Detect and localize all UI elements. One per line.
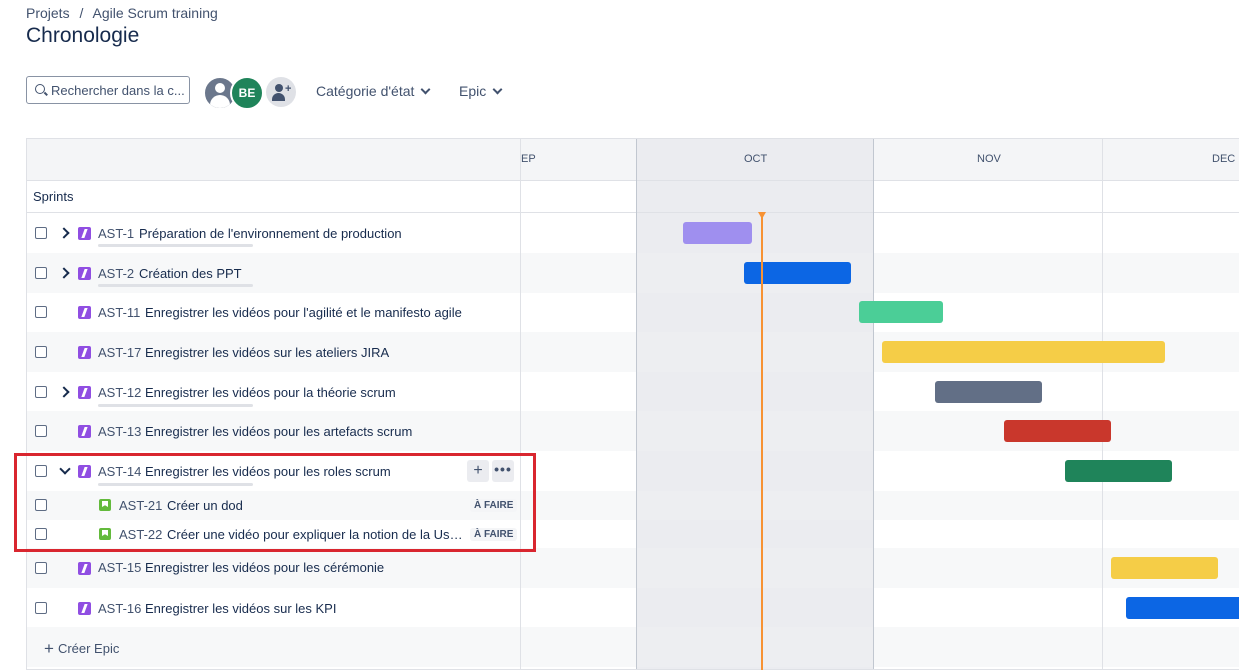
- epic-icon: [78, 425, 91, 438]
- timeline-bar[interactable]: [1004, 420, 1111, 442]
- row-checkbox[interactable]: [35, 227, 47, 239]
- row-checkbox[interactable]: [35, 306, 47, 318]
- chevron-down-icon: [492, 84, 503, 95]
- search-icon: [35, 84, 45, 94]
- breadcrumb-projects-link[interactable]: Projets: [26, 5, 70, 21]
- issue-key[interactable]: AST-2: [98, 266, 134, 281]
- issue-summary[interactable]: Création des PPT: [139, 266, 429, 281]
- issue-summary[interactable]: Préparation de l'environnement de produc…: [139, 226, 429, 241]
- breadcrumb: Projets / Agile Scrum training: [26, 5, 224, 21]
- progress-bar: [98, 244, 253, 247]
- create-epic-button[interactable]: + Créer Epic: [44, 638, 119, 658]
- issue-key[interactable]: AST-16: [98, 601, 141, 616]
- issue-summary[interactable]: Enregistrer les vidéos pour la théorie s…: [145, 385, 505, 400]
- avatar-be[interactable]: BE: [230, 76, 264, 110]
- month-sep: EP: [521, 153, 536, 165]
- page-title: Chronologie: [26, 24, 140, 47]
- epic-icon: [78, 346, 91, 359]
- chevron-down-icon: [420, 84, 431, 95]
- issue-summary[interactable]: Enregistrer les vidéos pour l'agilité et…: [145, 305, 505, 320]
- timeline-bar[interactable]: [683, 222, 752, 244]
- issue-summary[interactable]: Enregistrer les vidéos pour les artefact…: [145, 424, 505, 439]
- timeline-bar[interactable]: [935, 381, 1042, 403]
- row-checkbox[interactable]: [35, 425, 47, 437]
- today-marker: [758, 212, 766, 219]
- issue-summary[interactable]: Enregistrer les vidéos sur les ateliers …: [145, 345, 505, 360]
- month-nov: NOV: [977, 153, 1001, 165]
- breadcrumb-project-link[interactable]: Agile Scrum training: [92, 5, 217, 21]
- status-category-filter-label: Catégorie d'état: [316, 83, 415, 99]
- issue-key[interactable]: AST-17: [98, 345, 141, 360]
- issue-key[interactable]: AST-13: [98, 424, 141, 439]
- issue-key[interactable]: AST-15: [98, 560, 141, 575]
- add-person-icon: [275, 84, 283, 92]
- month-dec: DEC: [1212, 153, 1236, 165]
- timeline-bar[interactable]: [1111, 557, 1218, 579]
- timeline-bar[interactable]: [1126, 597, 1239, 619]
- timeline-bar[interactable]: [859, 301, 943, 323]
- epic-filter[interactable]: Epic: [459, 83, 503, 99]
- issue-key[interactable]: AST-1: [98, 226, 134, 241]
- add-people-button[interactable]: +: [266, 77, 296, 107]
- epic-icon: [78, 267, 91, 280]
- row-checkbox[interactable]: [35, 386, 47, 398]
- timeline-bar[interactable]: [882, 341, 1165, 363]
- row-checkbox[interactable]: [35, 562, 47, 574]
- highlight-box: [14, 453, 536, 552]
- epic-icon: [78, 227, 91, 240]
- status-category-filter[interactable]: Catégorie d'état: [316, 83, 431, 99]
- issue-summary[interactable]: Enregistrer les vidéos sur les KPI: [145, 601, 505, 616]
- search-input[interactable]: [51, 81, 185, 99]
- row-checkbox[interactable]: [35, 346, 47, 358]
- progress-bar: [98, 284, 253, 287]
- progress-bar: [98, 404, 253, 407]
- timeline-bar[interactable]: [1065, 460, 1172, 482]
- epic-icon: [78, 562, 91, 575]
- month-oct: OCT: [744, 153, 768, 165]
- issue-key[interactable]: AST-12: [98, 385, 141, 400]
- breadcrumb-separator: /: [79, 5, 84, 21]
- row-checkbox[interactable]: [35, 267, 47, 279]
- epic-icon: [78, 386, 91, 399]
- create-epic-label: Créer Epic: [57, 641, 120, 656]
- issue-summary[interactable]: Enregistrer les vidéos pour les cérémoni…: [145, 560, 505, 575]
- today-line: [761, 216, 763, 670]
- search-box[interactable]: [26, 76, 190, 104]
- epic-filter-label: Epic: [459, 83, 487, 99]
- plus-icon: +: [44, 639, 54, 658]
- epic-icon: [78, 602, 91, 615]
- issue-key[interactable]: AST-11: [98, 305, 140, 320]
- user-icon: [215, 83, 225, 93]
- row-checkbox[interactable]: [35, 602, 47, 614]
- epic-icon: [78, 306, 91, 319]
